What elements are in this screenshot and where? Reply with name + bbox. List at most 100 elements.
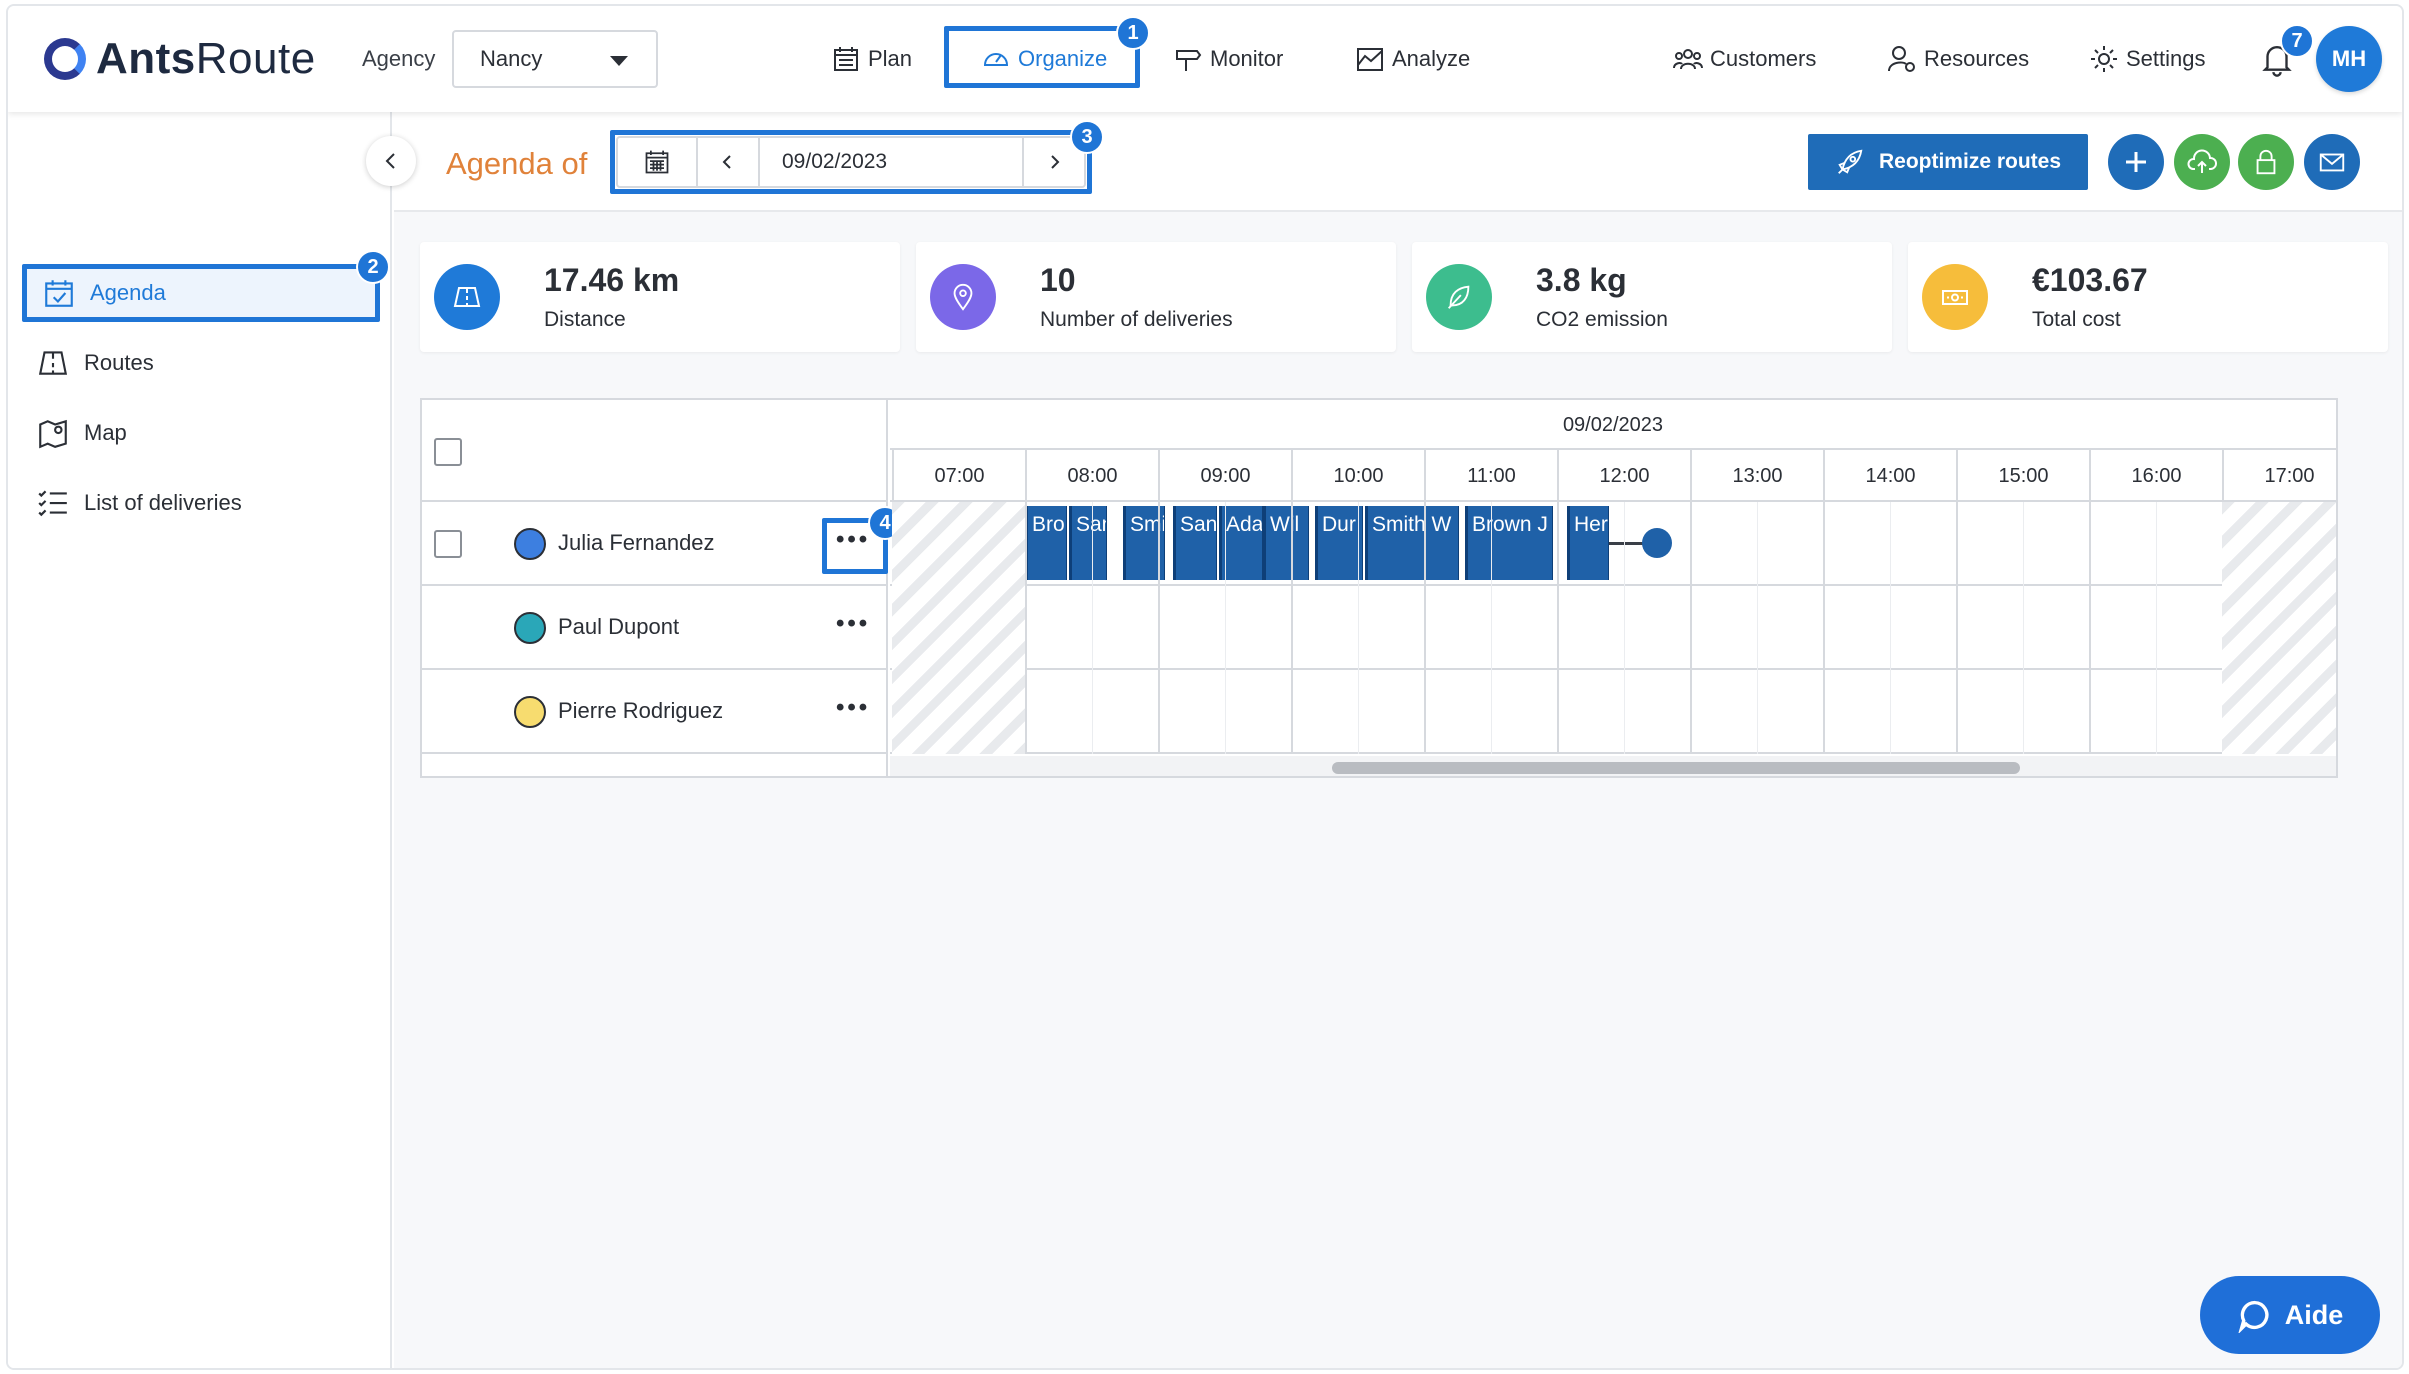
chevron-left-icon xyxy=(385,153,395,169)
grid-line xyxy=(1490,502,1492,754)
resource-color-dot xyxy=(514,528,546,560)
highlight-organize xyxy=(944,26,1140,88)
cloud-upload-icon xyxy=(2187,149,2217,173)
sidebar-item-label: List of deliveries xyxy=(84,490,242,515)
agency-select[interactable]: Nancy xyxy=(452,30,658,88)
hour-label: 15:00 xyxy=(1956,450,2089,502)
timeline-body: BroSanSmiSanAdaWilDurSmith WBrown JHer xyxy=(890,502,2336,754)
resource-row: Paul Dupont ••• xyxy=(422,586,886,670)
sidebar-item-label: Map xyxy=(84,420,127,445)
app-window: AntsRoute Agency Nancy Plan Organize 1 M… xyxy=(6,4,2404,1370)
delivery-task[interactable]: Brown J xyxy=(1465,506,1553,580)
kpi-label: Total cost xyxy=(2032,308,2121,331)
off-hours-hatch xyxy=(892,502,1025,754)
kpi-co2: 3.8 kg CO2 emission xyxy=(1412,242,1892,352)
delivery-task[interactable]: Dur xyxy=(1315,506,1363,580)
hour-label: 07:00 xyxy=(892,450,1025,502)
email-button[interactable] xyxy=(2304,134,2360,190)
nav-customers[interactable]: Customers xyxy=(1672,36,1816,82)
grid-line xyxy=(1623,502,1625,754)
map-icon xyxy=(434,264,500,330)
resource-column: Julia Fernandez ••• 4 Paul Dupont ••• Pi… xyxy=(422,400,902,776)
agenda-scheduler: Julia Fernandez ••• 4 Paul Dupont ••• Pi… xyxy=(420,398,2338,778)
kpi-label: Number of deliveries xyxy=(1040,308,1233,331)
nav-resources-label: Resources xyxy=(1924,46,2030,71)
nav-resources[interactable]: Resources xyxy=(1886,36,2029,82)
hour-label: 09:00 xyxy=(1158,450,1291,502)
annotation-badge-2: 2 xyxy=(356,250,390,284)
hour-label: 11:00 xyxy=(1424,450,1557,502)
leaf-icon xyxy=(1426,264,1492,330)
nav-plan-label: Plan xyxy=(868,46,913,71)
hour-label: 12:00 xyxy=(1557,450,1690,502)
hour-label: 08:00 xyxy=(1025,450,1158,502)
hour-label: 14:00 xyxy=(1823,450,1956,502)
money-icon xyxy=(1922,264,1988,330)
help-button[interactable]: Aide xyxy=(2200,1276,2380,1354)
delivery-task[interactable]: Bro xyxy=(1025,506,1067,580)
reoptimize-routes-button[interactable]: Reoptimize routes xyxy=(1808,134,2088,190)
collapse-sidebar-button[interactable] xyxy=(366,136,416,186)
timeline-date: 09/02/2023 xyxy=(890,400,2336,450)
lock-icon xyxy=(2256,149,2276,175)
nav-settings[interactable]: Settings xyxy=(2088,36,2206,82)
plus-icon xyxy=(2126,152,2146,172)
add-button[interactable] xyxy=(2108,134,2164,190)
off-hours-hatch xyxy=(2222,502,2336,754)
gear-icon xyxy=(2091,46,2117,72)
horizontal-scrollbar[interactable] xyxy=(890,756,2336,776)
nav-monitor[interactable]: Monitor xyxy=(1172,36,1283,82)
resource-more-button[interactable]: ••• xyxy=(836,610,870,638)
delivery-task[interactable]: San xyxy=(1173,506,1217,580)
delivery-task[interactable]: Wil xyxy=(1263,506,1309,580)
sidebar-item-label: Routes xyxy=(84,350,154,375)
logo-text-light: Route xyxy=(195,34,316,83)
help-label: Aide xyxy=(2284,1299,2344,1330)
rocket-icon xyxy=(1838,149,1863,174)
nav-monitor-label: Monitor xyxy=(1210,46,1284,71)
resource-more-button[interactable]: ••• xyxy=(836,694,870,722)
grid-line xyxy=(1091,502,1093,754)
timeline-row xyxy=(890,586,2336,670)
user-avatar[interactable]: MH xyxy=(2316,26,2382,92)
calendar-icon xyxy=(834,47,858,71)
resource-name: Pierre Rodriguez xyxy=(558,698,724,723)
grid-line xyxy=(1357,502,1359,754)
hour-label: 13:00 xyxy=(1690,450,1823,502)
list-check-icon xyxy=(38,490,67,517)
agency-value: Nancy xyxy=(480,46,543,71)
delivery-task[interactable]: Her xyxy=(1567,506,1609,580)
chat-bubble-icon xyxy=(2238,1300,2269,1333)
nav-analyze[interactable]: Analyze xyxy=(1354,36,1470,82)
sidebar-item-map[interactable]: Map xyxy=(36,408,127,458)
area-chart-icon xyxy=(1357,48,1383,71)
delivery-task[interactable]: Smith W xyxy=(1365,506,1459,580)
resource-name: Paul Dupont xyxy=(558,614,680,639)
signpost-icon xyxy=(1176,50,1202,71)
end-depot-marker[interactable] xyxy=(1642,528,1672,558)
scrollbar-thumb[interactable] xyxy=(1332,762,2020,774)
kpi-label: Distance xyxy=(544,308,626,331)
annotation-badge-1: 1 xyxy=(1116,16,1150,50)
kpi-label: CO2 emission xyxy=(1536,308,1668,331)
nav-plan[interactable]: Plan xyxy=(830,36,912,82)
select-all-checkbox[interactable] xyxy=(434,438,462,466)
cloud-upload-button[interactable] xyxy=(2174,134,2230,190)
delivery-task[interactable]: Ada xyxy=(1219,506,1263,580)
lock-button[interactable] xyxy=(2238,134,2294,190)
resource-color-dot xyxy=(514,612,546,644)
antsroute-logo[interactable]: AntsRoute xyxy=(44,34,316,84)
resource-row: Pierre Rodriguez ••• xyxy=(422,670,886,754)
page-title: Agenda of xyxy=(446,146,588,181)
kpi-value: 17.46 km xyxy=(544,262,680,298)
main-content: Agenda of 09/02/2023 3 Reoptimize routes xyxy=(394,112,2402,1368)
sidebar-item-list-of-deliveries[interactable]: List of deliveries xyxy=(36,478,242,528)
grid-line xyxy=(2089,502,2091,754)
delivery-task[interactable]: San xyxy=(1069,506,1107,580)
nav-settings-label: Settings xyxy=(2126,46,2206,71)
sidebar-item-routes[interactable]: Routes xyxy=(36,338,154,388)
grid-line xyxy=(1756,502,1758,754)
kpi-value: €103.67 xyxy=(2032,262,2148,298)
resource-checkbox[interactable] xyxy=(434,530,462,558)
hour-label: 16:00 xyxy=(2089,450,2222,502)
